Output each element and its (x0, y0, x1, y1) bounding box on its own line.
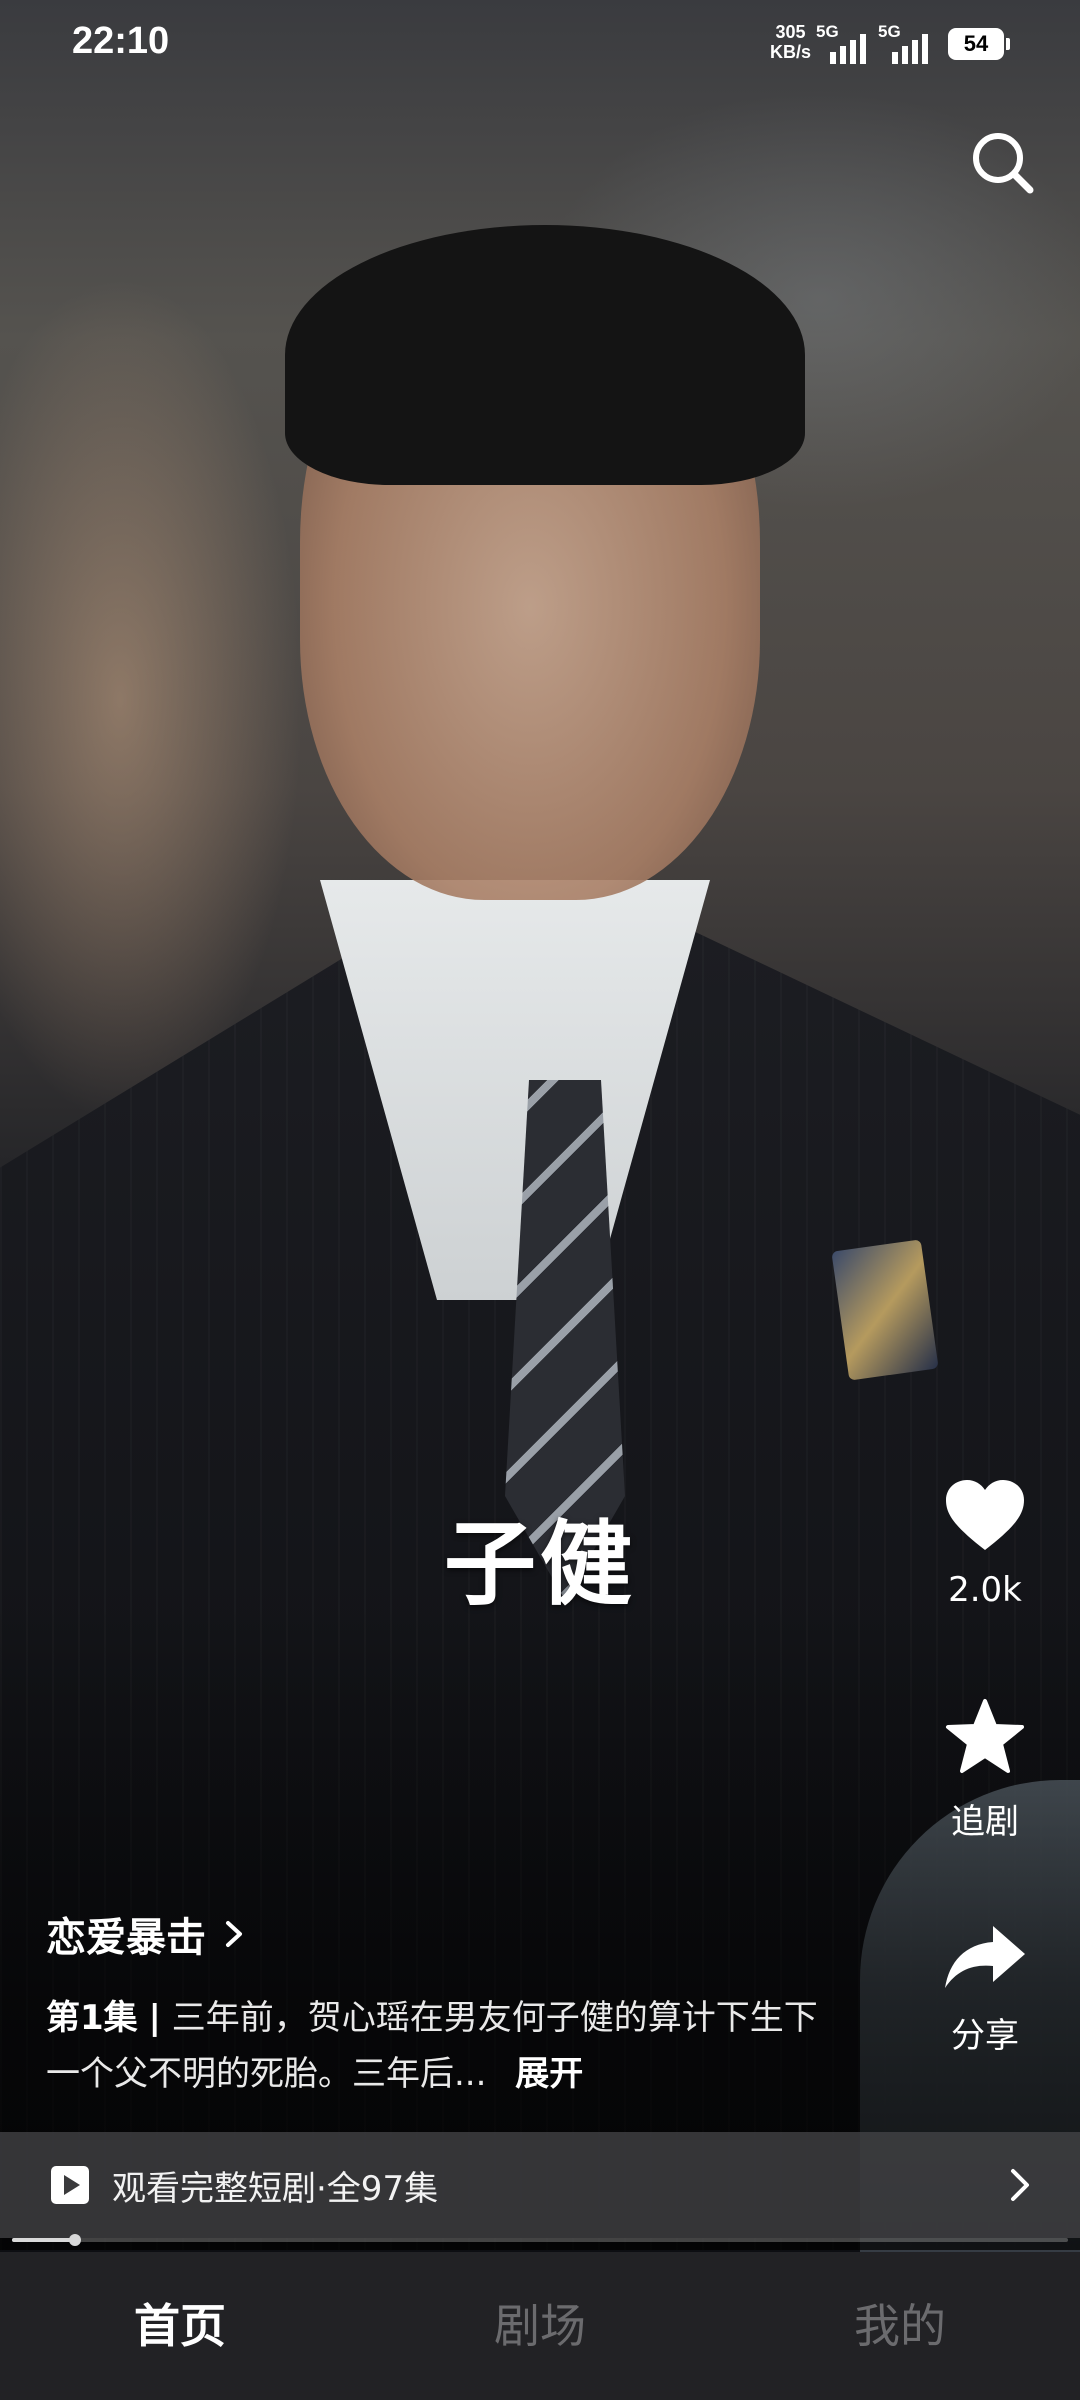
description-text: 三年前，贺心瑶在男友何子健的算计下生下一个父不明的死胎。三年后... (46, 1998, 818, 2094)
playback-progress-bar[interactable] (12, 2234, 1068, 2246)
signal-icon: 5G (816, 22, 866, 64)
watch-full-drama-label: 观看完整短剧·全97集 (112, 2168, 439, 2209)
battery-icon: 54 (948, 28, 1010, 60)
tab-home[interactable]: 首页 (0, 2252, 360, 2400)
playback-progress-fill (12, 2238, 76, 2242)
follow-label: 追剧 (951, 1802, 1019, 1842)
share-label: 分享 (951, 2016, 1019, 2056)
chevron-right-icon (226, 1921, 242, 1947)
like-button[interactable]: 2.0k (930, 1478, 1040, 1610)
signal-icon-2: 5G (878, 22, 928, 64)
episode-number: 第1集 (46, 1998, 138, 2038)
play-icon (51, 2166, 89, 2204)
search-icon (973, 133, 1034, 194)
tab-mine[interactable]: 我的 (720, 2252, 1080, 2400)
pocket-square (831, 1239, 939, 1381)
search-button[interactable] (968, 128, 1038, 198)
heart-icon (946, 1480, 1024, 1550)
share-arrow-icon (945, 1926, 1025, 1988)
network-speed-unit: KB/s (770, 42, 812, 62)
share-button[interactable]: 分享 (930, 1924, 1040, 2057)
status-time: 22:10 (72, 20, 170, 62)
tab-theater[interactable]: 剧场 (360, 2252, 720, 2400)
network-speed-value: 305 (775, 22, 806, 42)
expand-button[interactable]: 展开 (515, 2054, 583, 2094)
follow-button[interactable]: 追剧 (930, 1698, 1040, 1843)
network-speed: 305 KB/s (770, 22, 811, 62)
episode-separator: | (148, 1998, 161, 2038)
drama-title: 恋爱暴击 (46, 1915, 206, 1961)
bottom-navigation: 首页 剧场 我的 (0, 2252, 1080, 2400)
watch-full-drama-bar[interactable]: 观看完整短剧·全97集 (0, 2132, 1080, 2238)
figure-hair (285, 225, 805, 485)
drama-title-link[interactable]: 恋爱暴击 (46, 1905, 244, 1963)
chevron-right-icon (1011, 2169, 1029, 2201)
status-bar: 22:10 305 KB/s 5G 5G 54 (0, 0, 1080, 90)
episode-description: 第1集 | 三年前，贺心瑶在男友何子健的算计下生下一个父不明的死胎。三年后...… (46, 1990, 846, 2102)
star-icon (946, 1699, 1024, 1773)
like-count: 2.0k (948, 1570, 1022, 1610)
video-subtitle: 子健 (443, 1511, 636, 1618)
